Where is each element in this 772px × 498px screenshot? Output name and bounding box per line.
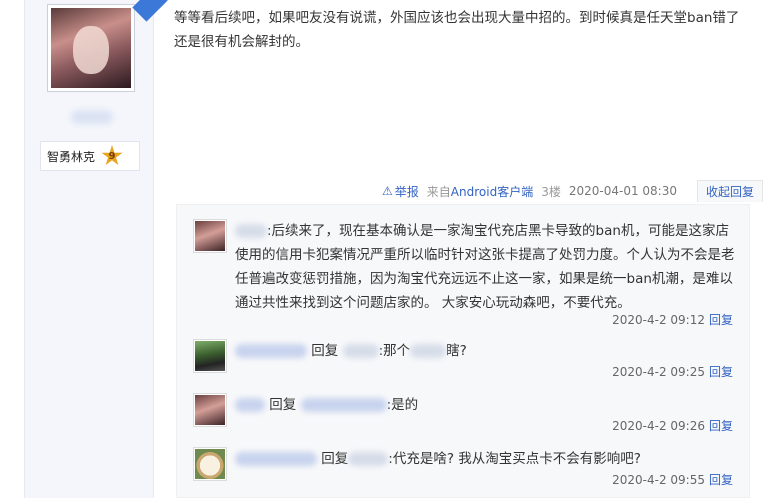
client-info: 来自Android客户端 <box>427 183 533 200</box>
username-blurred[interactable] <box>235 224 267 238</box>
target-username-blurred[interactable] <box>348 452 389 466</box>
reply-timestamp: 2020-4-2 09:12 <box>612 313 705 327</box>
author-name-blurred <box>71 110 113 124</box>
reply-text: :代充是啥? 我从淘宝买点卡不会有影响吧? <box>388 451 641 467</box>
username-blurred[interactable] <box>235 452 317 466</box>
username-blurred[interactable] <box>235 398 265 412</box>
target-username-blurred[interactable] <box>342 344 379 358</box>
author-title: 智勇林克 <box>47 149 96 164</box>
reply-word: 回复 <box>311 343 339 359</box>
reply-time: 2020-4-2 09:25 回复 <box>612 363 733 380</box>
reply-avatar[interactable] <box>193 219 227 253</box>
reply-text-part-a: :那个 <box>378 343 411 359</box>
redacted-text <box>410 344 447 358</box>
report-label: 举报 <box>394 184 419 199</box>
corner-ribbon <box>132 0 168 22</box>
post-meta: ⚠ 举报 来自Android客户端 3楼 2020-04-01 08:30 收起… <box>382 180 763 202</box>
girl-avatar-icon <box>195 221 225 251</box>
reply-avatar[interactable] <box>193 447 227 481</box>
reply-timestamp: 2020-4-2 09:26 <box>612 419 705 433</box>
reply-body: 回复 :代充是啥? 我从淘宝买点卡不会有影响吧? <box>235 447 735 471</box>
username-blurred[interactable] <box>235 344 307 358</box>
reply-text: :是的 <box>386 397 419 413</box>
author-level: 9 <box>108 150 116 162</box>
reply-body: 回复 :是的 <box>235 393 735 417</box>
list-item: 回复 :那个 瞎? 2020-4-2 09:25 回复 <box>193 339 733 379</box>
girl-avatar-icon <box>195 395 225 425</box>
client-prefix: 来自 <box>426 184 451 199</box>
author-avatar[interactable] <box>47 4 135 92</box>
reply-list: :后续来了，现在基本确认是一家淘宝代充店黑卡导致的ban机，可能是这家店使用的信… <box>176 204 750 498</box>
motorcycle-avatar-icon <box>195 341 225 371</box>
reply-body: :后续来了，现在基本确认是一家淘宝代充店黑卡导致的ban机，可能是这家店使用的信… <box>235 219 735 315</box>
reply-timestamp: 2020-4-2 09:25 <box>612 365 705 379</box>
report-link[interactable]: ⚠ 举报 <box>382 183 419 200</box>
reply-time: 2020-4-2 09:12 回复 <box>612 311 733 328</box>
reply-word: 回复 <box>321 451 349 467</box>
reply-timestamp: 2020-4-2 09:55 <box>612 473 705 487</box>
reply-time: 2020-4-2 09:26 回复 <box>612 417 733 434</box>
author-avatar-image <box>51 8 131 88</box>
collapse-replies-button[interactable]: 收起回复 <box>696 180 763 202</box>
reply-button[interactable]: 回复 <box>709 419 733 433</box>
list-item: 回复 :是的 2020-4-2 09:26 回复 <box>193 393 733 433</box>
post-timestamp: 2020-04-01 08:30 <box>568 184 677 198</box>
list-item: 回复 :代充是啥? 我从淘宝买点卡不会有影响吧? 2020-4-2 09:55 回复 <box>193 447 733 487</box>
client-link[interactable]: Android客户端 <box>451 185 533 199</box>
post-content: 等等看后续吧，如果吧友没有说谎，外国应该也会出现大量中招的。到时候真是任天堂ba… <box>174 10 740 50</box>
reply-time: 2020-4-2 09:55 回复 <box>612 471 733 488</box>
reply-word: 回复 <box>269 397 297 413</box>
dog-avatar-icon <box>195 449 225 479</box>
reply-text: :后续来了，现在基本确认是一家淘宝代充店黑卡导致的ban机，可能是这家店使用的信… <box>235 223 735 311</box>
reply-button[interactable]: 回复 <box>709 365 733 379</box>
level-star-icon: 9 <box>101 145 123 166</box>
reply-text-part-b: 瞎? <box>446 343 467 359</box>
reply-button[interactable]: 回复 <box>709 313 733 327</box>
author-title-badge[interactable]: 智勇林克 9 <box>40 141 140 171</box>
author-sidebar: 智勇林克 9 <box>24 0 168 498</box>
reply-avatar[interactable] <box>193 393 227 427</box>
floor-number: 3楼 <box>541 184 561 199</box>
warning-icon: ⚠ <box>382 184 393 198</box>
reply-button[interactable]: 回复 <box>709 473 733 487</box>
target-username-blurred[interactable] <box>300 398 387 412</box>
reply-body: 回复 :那个 瞎? <box>235 339 735 363</box>
list-item: :后续来了，现在基本确认是一家淘宝代充店黑卡导致的ban机，可能是这家店使用的信… <box>193 219 735 327</box>
reply-avatar[interactable] <box>193 339 227 373</box>
